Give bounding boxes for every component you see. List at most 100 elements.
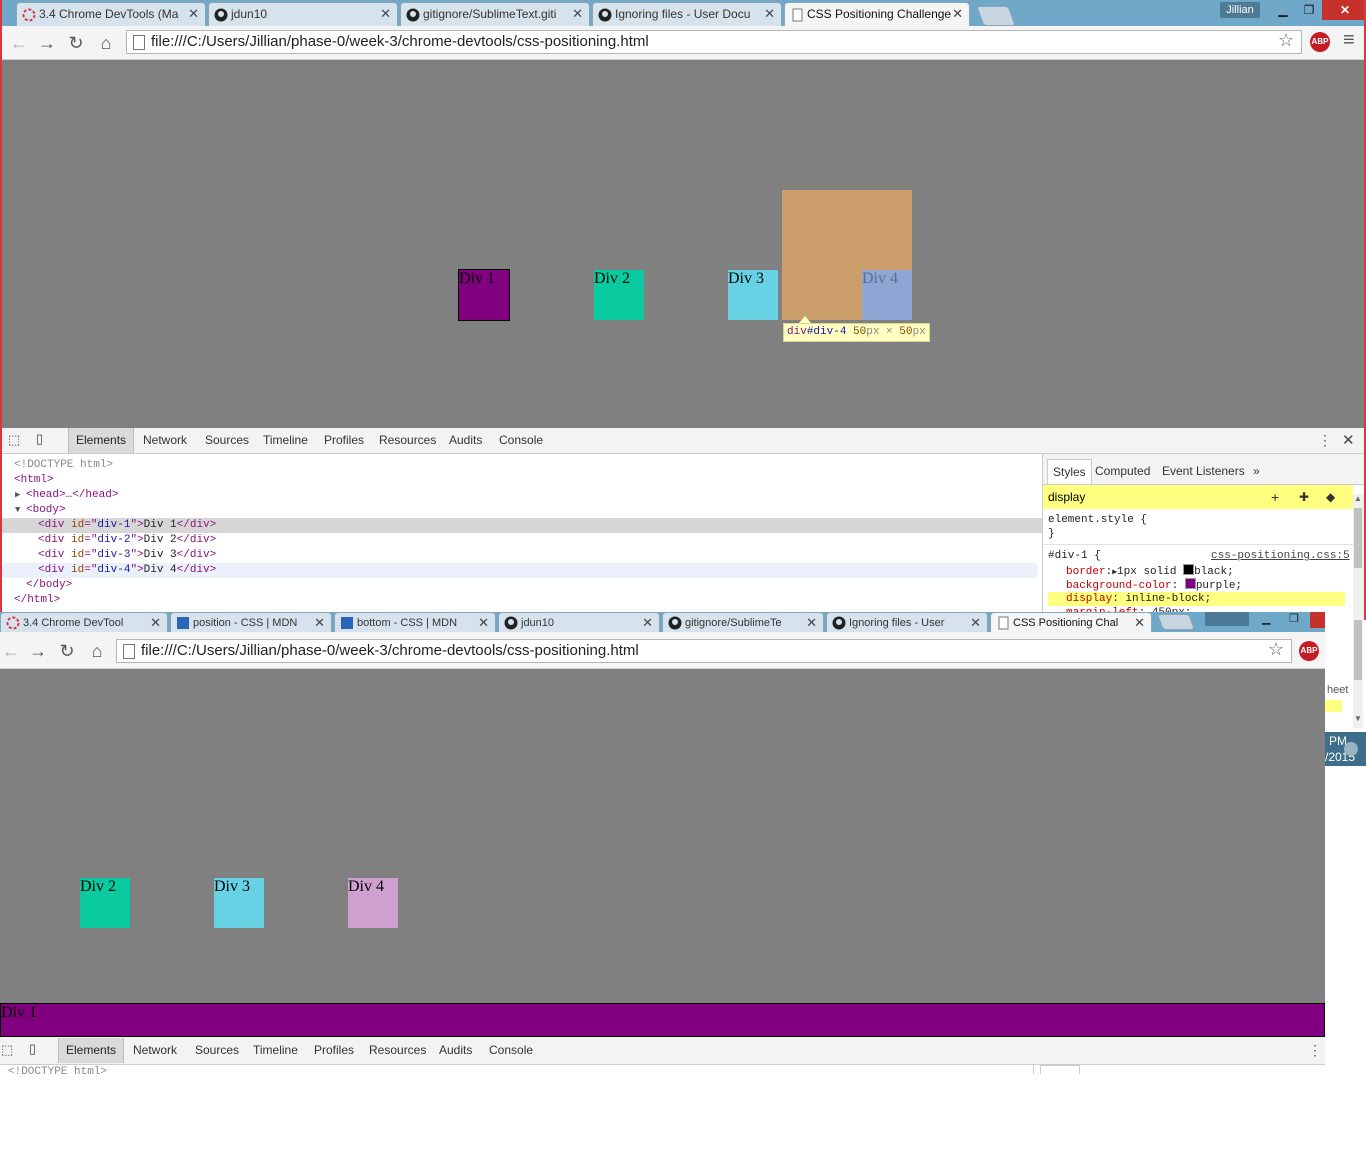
inspect-icon[interactable]: ⬚	[1, 1042, 13, 1058]
close-icon[interactable]: ✕	[314, 613, 325, 632]
close-devtools-icon[interactable]: ✕	[1342, 431, 1355, 449]
bookmark-star-icon[interactable]: ☆	[1268, 639, 1284, 660]
element-style-selector[interactable]: element.style {	[1048, 513, 1147, 527]
tab-bottom-mdn[interactable]: bottom - CSS | MDN ✕	[334, 612, 496, 632]
more-tabs-icon[interactable]: »	[1253, 459, 1260, 483]
expand-arrow-icon[interactable]: ▶	[15, 488, 20, 503]
close-icon[interactable]: ✕	[970, 613, 981, 632]
tab-console[interactable]: Console	[492, 428, 550, 453]
address-bar[interactable]: file:///C:/Users/Jillian/phase-0/week-3/…	[116, 639, 1292, 663]
tab-computed[interactable]: Computed	[1095, 459, 1150, 483]
dom-line-div-4[interactable]: <div id="div-4">Div 4</div>	[38, 563, 216, 578]
tab-css-positioning[interactable]: CSS Positioning Chal ✕	[990, 612, 1152, 632]
tab-resources[interactable]: Resources	[372, 428, 443, 453]
more-options-icon[interactable]: ⋮	[1308, 1042, 1322, 1059]
styles-filter-input[interactable]: display + ✚ ◆	[1043, 485, 1353, 509]
head-line[interactable]: <head>…</head>	[26, 488, 118, 503]
tab-audits[interactable]: Audits	[442, 428, 489, 453]
dom-tree[interactable]: <!DOCTYPE html> <html> ▶ <head>…</head> …	[2, 458, 1042, 620]
home-icon[interactable]: ⌂	[95, 32, 117, 54]
back-icon[interactable]: ←	[8, 32, 30, 54]
back-icon[interactable]: ←	[0, 640, 22, 662]
tab-resources[interactable]: Resources	[362, 1038, 433, 1063]
restore-icon[interactable]: ❐	[1296, 0, 1322, 20]
tab-network[interactable]: Network	[136, 428, 194, 453]
body-open-line[interactable]: <body>	[26, 503, 66, 518]
tab-timeline[interactable]: Timeline	[246, 1038, 305, 1063]
reload-icon[interactable]: ↻	[65, 32, 87, 54]
tab-timeline[interactable]: Timeline	[256, 428, 315, 453]
color-swatch[interactable]	[1184, 578, 1196, 589]
tab-event-listeners[interactable]: Event Listeners	[1162, 459, 1245, 483]
collapse-arrow-icon[interactable]: ▼	[15, 503, 20, 518]
forward-icon[interactable]: →	[36, 32, 58, 54]
tab-audits[interactable]: Audits	[432, 1038, 479, 1063]
css-prop-display[interactable]: display: inline-block;	[1066, 592, 1211, 606]
home-icon[interactable]: ⌂	[86, 640, 108, 662]
tab-gitignore[interactable]: gitignore/SublimeTe ✕	[662, 612, 824, 632]
pin-icon[interactable]: ✚	[1299, 485, 1309, 509]
scroll-up-icon[interactable]: ▲	[1354, 494, 1362, 503]
minimize-icon[interactable]: ▁	[1262, 612, 1270, 625]
tab-elements[interactable]: Elements	[58, 1038, 125, 1063]
new-tab-button[interactable]	[1157, 614, 1195, 630]
rule-source-link[interactable]: css-positioning.css:5	[1211, 549, 1350, 563]
tab-elements[interactable]: Elements	[68, 428, 135, 453]
adblock-icon[interactable]: ABP	[1299, 641, 1319, 661]
dom-line-div-3[interactable]: <div id="div-3">Div 3</div>	[38, 548, 216, 563]
html-close-line[interactable]: </html>	[14, 593, 60, 608]
device-mode-icon[interactable]: ▯	[36, 431, 43, 447]
address-bar[interactable]: file:///C:/Users/Jillian/phase-0/week-3/…	[126, 30, 1302, 54]
new-tab-button[interactable]	[976, 6, 1016, 26]
close-icon[interactable]: ✕	[806, 613, 817, 632]
inspect-icon[interactable]: ⬚	[8, 432, 20, 448]
element-state-icon[interactable]: ◆	[1326, 485, 1335, 509]
adblock-icon[interactable]: ABP	[1310, 32, 1330, 52]
forward-icon[interactable]: →	[27, 640, 49, 662]
rule-selector[interactable]: #div-1 {	[1048, 549, 1101, 563]
close-window-icon[interactable]: ✕	[1322, 0, 1364, 20]
tab-ignoring-files[interactable]: Ignoring files - User ✕	[826, 612, 988, 632]
close-icon[interactable]: ✕	[188, 3, 199, 25]
menu-icon[interactable]: ≡	[1343, 29, 1355, 52]
html-open-line[interactable]: <html>	[14, 473, 54, 488]
scrollbar-thumb[interactable]	[1354, 508, 1362, 568]
tab-profiles[interactable]: Profiles	[307, 1038, 361, 1063]
tab-styles[interactable]: Styles	[1047, 459, 1092, 484]
user-badge[interactable]: Jillian	[1220, 2, 1260, 18]
dom-line-div-2[interactable]: <div id="div-2">Div 2</div>	[38, 533, 216, 548]
close-window-icon[interactable]	[1310, 612, 1325, 628]
tab-chrome-devtools[interactable]: 3.4 Chrome DevTools (Ma ✕	[16, 2, 206, 26]
close-icon[interactable]: ✕	[150, 613, 161, 632]
styles-scrollbar[interactable]: ▲	[1353, 494, 1364, 620]
close-icon[interactable]: ✕	[952, 3, 963, 25]
close-icon[interactable]: ✕	[478, 613, 489, 632]
bookmark-star-icon[interactable]: ☆	[1278, 30, 1294, 51]
scroll-down-icon[interactable]: ▼	[1354, 714, 1362, 723]
close-icon[interactable]: ✕	[1134, 613, 1145, 632]
reload-icon[interactable]: ↻	[56, 640, 78, 662]
tab-position-mdn[interactable]: position - CSS | MDN ✕	[170, 612, 332, 632]
tab-ignoring-files[interactable]: Ignoring files - User Docu ✕	[592, 2, 782, 26]
color-swatch[interactable]	[1183, 564, 1195, 575]
close-icon[interactable]: ✕	[380, 3, 391, 25]
close-icon[interactable]: ✕	[572, 3, 583, 25]
close-icon[interactable]: ✕	[642, 613, 653, 632]
tab-css-positioning[interactable]: CSS Positioning Challenge ✕	[784, 2, 970, 26]
tab-network[interactable]: Network	[126, 1038, 184, 1063]
tab-jdun10[interactable]: jdun10 ✕	[208, 2, 398, 26]
notification-icon[interactable]	[1344, 742, 1358, 756]
tab-chrome-devtools[interactable]: 3.4 Chrome DevTool ✕	[0, 612, 168, 632]
tab-jdun10[interactable]: jdun10 ✕	[498, 612, 660, 632]
close-icon[interactable]: ✕	[764, 3, 775, 25]
user-badge-icon[interactable]	[1205, 612, 1249, 626]
device-mode-icon[interactable]: ▯	[29, 1041, 36, 1057]
dom-line-div-1[interactable]: <div id="div-1">Div 1</div>	[38, 518, 216, 533]
minimize-icon[interactable]: ▁	[1270, 0, 1296, 20]
restore-icon[interactable]: ❐	[1289, 612, 1299, 625]
tab-profiles[interactable]: Profiles	[317, 428, 371, 453]
tab-sources[interactable]: Sources	[198, 428, 256, 453]
body-close-line[interactable]: </body>	[26, 578, 72, 593]
css-prop-background-color[interactable]: background-color: purple;	[1066, 578, 1242, 593]
tab-console[interactable]: Console	[482, 1038, 540, 1063]
